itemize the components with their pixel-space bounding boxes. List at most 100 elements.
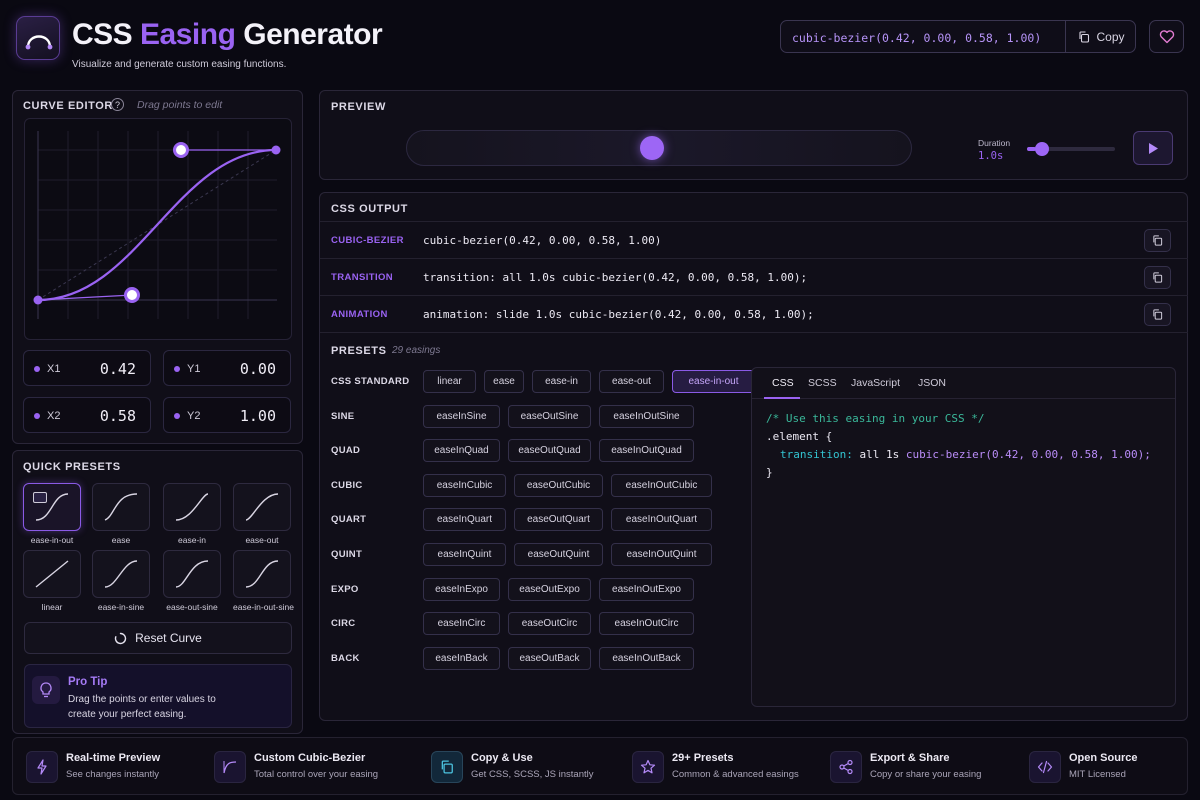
- preset-chip-ease-in[interactable]: ease-in: [532, 370, 591, 393]
- preset-chip-easeinoutquad[interactable]: easeInOutQuad: [599, 439, 694, 462]
- copy-cubic-bezier-button[interactable]: [1144, 229, 1171, 252]
- curve-editor-title: Curve Editor: [23, 100, 113, 112]
- preset-chip-easeinoutquint[interactable]: easeInOutQuint: [611, 543, 712, 566]
- duration-slider-thumb[interactable]: [1035, 142, 1049, 156]
- duration-slider[interactable]: [1027, 142, 1115, 156]
- preset-chip-easeinquint[interactable]: easeInQuint: [423, 543, 506, 566]
- copy-icon: [1153, 235, 1163, 246]
- tab-javascript[interactable]: JavaScript: [851, 377, 900, 389]
- control-point-1-handle[interactable]: [124, 287, 140, 303]
- curve-start-point: [33, 295, 43, 305]
- x2-input[interactable]: X2 0.58: [23, 397, 151, 433]
- preset-chip-easeoutback[interactable]: easeOutBack: [508, 647, 591, 670]
- quick-preset-ease-out-sine[interactable]: ease-out-sine: [163, 550, 221, 612]
- x1-dot: [34, 366, 40, 372]
- y1-value: 0.00: [239, 360, 276, 378]
- x1-label: X1: [47, 363, 61, 375]
- x1-input[interactable]: X1 0.42: [23, 350, 151, 386]
- feature-desc: MIT Licensed: [1069, 769, 1126, 780]
- y1-label: Y1: [187, 363, 201, 375]
- curve-icon: [214, 751, 246, 783]
- code-tabs: CSS SCSS JavaScript JSON: [752, 368, 1175, 399]
- active-tab-indicator: [764, 397, 800, 399]
- curve-canvas[interactable]: [25, 119, 293, 341]
- quick-preset-ease-in-out[interactable]: ease-in-out: [23, 483, 81, 545]
- preset-chip-easeoutquart[interactable]: easeOutQuart: [514, 508, 603, 531]
- copy-icon: [1079, 30, 1090, 43]
- x2-label: X2: [47, 410, 61, 422]
- play-button[interactable]: [1133, 131, 1173, 165]
- preset-group-label: CIRC: [331, 618, 356, 629]
- preset-chip-ease-in-out[interactable]: ease-in-out: [672, 370, 755, 393]
- preset-chip-easeinoutsine[interactable]: easeInOutSine: [599, 405, 694, 428]
- control-point-2-handle[interactable]: [173, 142, 189, 158]
- preset-chip-easeoutexpo[interactable]: easeOutExpo: [508, 578, 591, 601]
- quick-preset-ease[interactable]: ease: [92, 483, 150, 545]
- preset-chip-easeinquad[interactable]: easeInQuad: [423, 439, 500, 462]
- y2-label: Y2: [187, 410, 201, 422]
- y1-dot: [174, 366, 180, 372]
- ease-curve-icon: [104, 493, 138, 521]
- tab-json[interactable]: JSON: [918, 377, 946, 389]
- ease-in-sine-curve-icon: [104, 560, 138, 588]
- reset-curve-button[interactable]: Reset Curve: [24, 622, 292, 654]
- preset-chip-easeinoutback[interactable]: easeInOutBack: [599, 647, 694, 670]
- preset-chip-easeinoutcirc[interactable]: easeInOutCirc: [599, 612, 694, 635]
- y1-input[interactable]: Y1 0.00: [163, 350, 291, 386]
- preset-chip-ease[interactable]: ease: [484, 370, 524, 393]
- heart-icon: [1159, 30, 1174, 44]
- header-output-field[interactable]: cubic-bezier(0.42, 0.00, 0.58, 1.00) Cop…: [780, 20, 1136, 53]
- copy-transition-button[interactable]: [1144, 266, 1171, 289]
- feature-title: Open Source: [1069, 752, 1138, 764]
- favorite-button[interactable]: [1149, 20, 1184, 53]
- preset-chip-easeoutcirc[interactable]: easeOutCirc: [508, 612, 591, 635]
- preset-chip-linear[interactable]: linear: [423, 370, 476, 393]
- quick-preset-linear[interactable]: linear: [23, 550, 81, 612]
- ease-in-curve-icon: [175, 493, 209, 521]
- preset-chip-easeincirc[interactable]: easeInCirc: [423, 612, 500, 635]
- preset-group-label: QUART: [331, 514, 367, 525]
- preset-chip-easeoutquad[interactable]: easeOutQuad: [508, 439, 591, 462]
- preset-chip-easeincubic[interactable]: easeInCubic: [423, 474, 506, 497]
- code-close: }: [766, 466, 773, 479]
- quick-preset-ease-in-sine[interactable]: ease-in-sine: [92, 550, 150, 612]
- copy-icon: [431, 751, 463, 783]
- preset-group-label: QUINT: [331, 549, 363, 560]
- curve-editor-hint: Drag points to edit: [137, 99, 223, 111]
- output-key: CUBIC-BEZIER: [331, 235, 404, 246]
- feature-desc: Copy or share your easing: [870, 769, 982, 780]
- bolt-icon: [26, 751, 58, 783]
- feature-title: Copy & Use: [471, 752, 533, 764]
- output-row-cubic-bezier: CUBIC-BEZIER cubic-bezier(0.42, 0.00, 0.…: [320, 221, 1188, 258]
- pro-tip-text: Drag the points or enter values to creat…: [68, 694, 216, 720]
- preset-chip-easeinoutquart[interactable]: easeInOutQuart: [611, 508, 712, 531]
- preset-chip-easeoutquint[interactable]: easeOutQuint: [514, 543, 603, 566]
- preset-chip-easeoutsine[interactable]: easeOutSine: [508, 405, 591, 428]
- tab-scss[interactable]: SCSS: [808, 377, 837, 389]
- duration-label: Duration: [978, 138, 1011, 148]
- copy-icon: [1153, 309, 1163, 320]
- feature-title: Real-time Preview: [66, 752, 161, 764]
- header-copy-button[interactable]: Copy: [1065, 21, 1137, 52]
- preset-chip-easeinquart[interactable]: easeInQuart: [423, 508, 506, 531]
- preset-chip-easeinoutcubic[interactable]: easeInOutCubic: [611, 474, 712, 497]
- preset-chip-easeinback[interactable]: easeInBack: [423, 647, 500, 670]
- preset-chip-easeoutcubic[interactable]: easeOutCubic: [514, 474, 603, 497]
- quick-preset-ease-out[interactable]: ease-out: [233, 483, 291, 545]
- copy-icon: [1153, 272, 1163, 283]
- quick-preset-ease-in[interactable]: ease-in: [163, 483, 221, 545]
- curve-graph[interactable]: [24, 118, 292, 340]
- quick-preset-ease-in-out-sine[interactable]: ease-in-out-sine: [233, 550, 294, 612]
- y2-input[interactable]: Y2 1.00: [163, 397, 291, 433]
- preset-group-label: CUBIC: [331, 480, 363, 491]
- feature-desc: Get CSS, SCSS, JS instantly: [471, 769, 594, 780]
- preset-chip-easeinsine[interactable]: easeInSine: [423, 405, 500, 428]
- preset-chip-easeinoutexpo[interactable]: easeInOutExpo: [599, 578, 694, 601]
- copy-animation-button[interactable]: [1144, 303, 1171, 326]
- preset-chip-ease-out[interactable]: ease-out: [599, 370, 664, 393]
- x2-dot: [34, 413, 40, 419]
- help-icon[interactable]: ?: [111, 98, 124, 111]
- tab-css[interactable]: CSS: [772, 377, 794, 389]
- code-icon: [1029, 751, 1061, 783]
- preset-chip-easeinexpo[interactable]: easeInExpo: [423, 578, 500, 601]
